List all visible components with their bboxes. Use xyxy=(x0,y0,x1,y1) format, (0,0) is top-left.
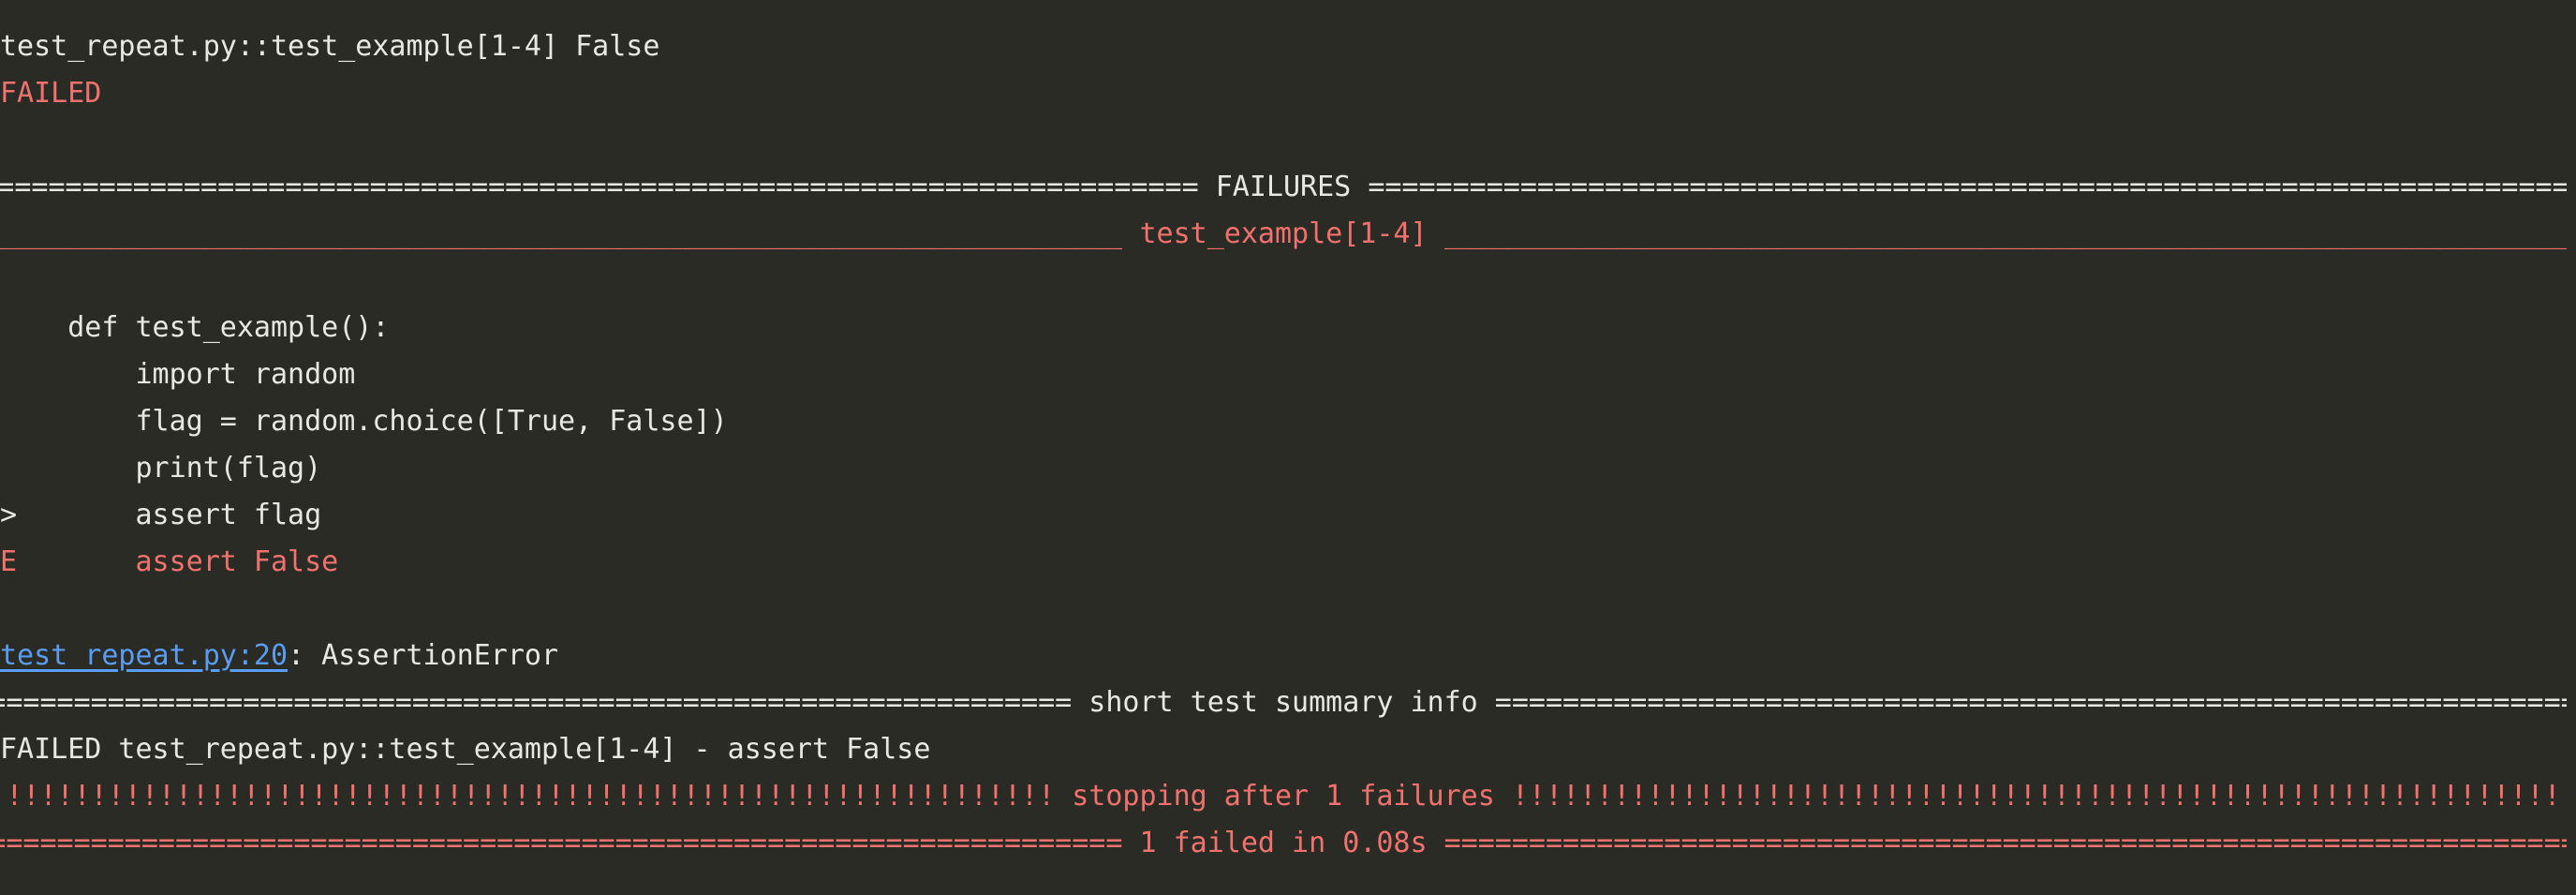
summary-separator: ========================================… xyxy=(0,679,2567,726)
separator-fill-right: ========================================… xyxy=(1494,686,2567,719)
summary-failed-line: FAILED test_repeat.py::test_example[1-4]… xyxy=(0,733,931,766)
separator-fill-left: ========================================… xyxy=(0,686,1073,719)
error-marker: E xyxy=(0,545,18,578)
separator-fill-right: ========================================… xyxy=(1443,827,2567,859)
failures-separator: ========================================… xyxy=(0,164,2567,211)
traceback-line: test_repeat.py:20: AssertionError xyxy=(0,633,558,679)
separator-fill-right: ________________________________________… xyxy=(1443,217,2567,250)
assert-statement: assert flag xyxy=(17,499,322,531)
error-statement: assert False xyxy=(17,545,339,578)
error-type: : AssertionError xyxy=(288,639,559,672)
code-line-import: import random xyxy=(0,358,356,391)
separator-fill-left: ________________________________________… xyxy=(0,217,1123,250)
code-line-print: print(flag) xyxy=(0,452,322,485)
failure-marker: > xyxy=(0,499,18,531)
separator-fill-right: ========================================… xyxy=(1368,171,2567,203)
test-name-separator: ________________________________________… xyxy=(0,211,2567,258)
stopping-separator: !!!!!!!!!!!!!!!!!!!!!!!!!!!!!!!!!!!!!!!!… xyxy=(0,773,2567,820)
code-line-error: E assert False xyxy=(0,539,338,586)
failed-test-heading: test_example[1-4] xyxy=(1122,217,1444,250)
result-separator: ========================================… xyxy=(0,820,2567,867)
code-line-flag: flag = random.choice([True, False]) xyxy=(0,405,728,438)
failed-status: FAILED xyxy=(0,77,102,110)
separator-fill-left: !!!!!!!!!!!!!!!!!!!!!!!!!!!!!!!!!!!!!!!!… xyxy=(0,780,1056,813)
separator-fill-right: !!!!!!!!!!!!!!!!!!!!!!!!!!!!!!!!!!!!!!!!… xyxy=(1511,780,2567,813)
failures-heading: FAILURES xyxy=(1198,171,1369,203)
code-line-def: def test_example(): xyxy=(0,311,390,344)
terminal-output: test_repeat.py::test_example[1-4] False … xyxy=(0,0,2576,895)
summary-heading: short test summary info xyxy=(1072,686,1495,719)
test-result-line: test_repeat.py::test_example[1-4] False xyxy=(0,30,660,63)
stopping-message: stopping after 1 failures xyxy=(1055,780,1512,813)
source-location-link[interactable]: test_repeat.py:20 xyxy=(0,639,288,672)
separator-fill-left: ========================================… xyxy=(0,171,1199,203)
separator-fill-left: ========================================… xyxy=(0,827,1123,859)
code-line-assert: > assert flag xyxy=(0,492,321,539)
result-summary: 1 failed in 0.08s xyxy=(1122,827,1444,859)
